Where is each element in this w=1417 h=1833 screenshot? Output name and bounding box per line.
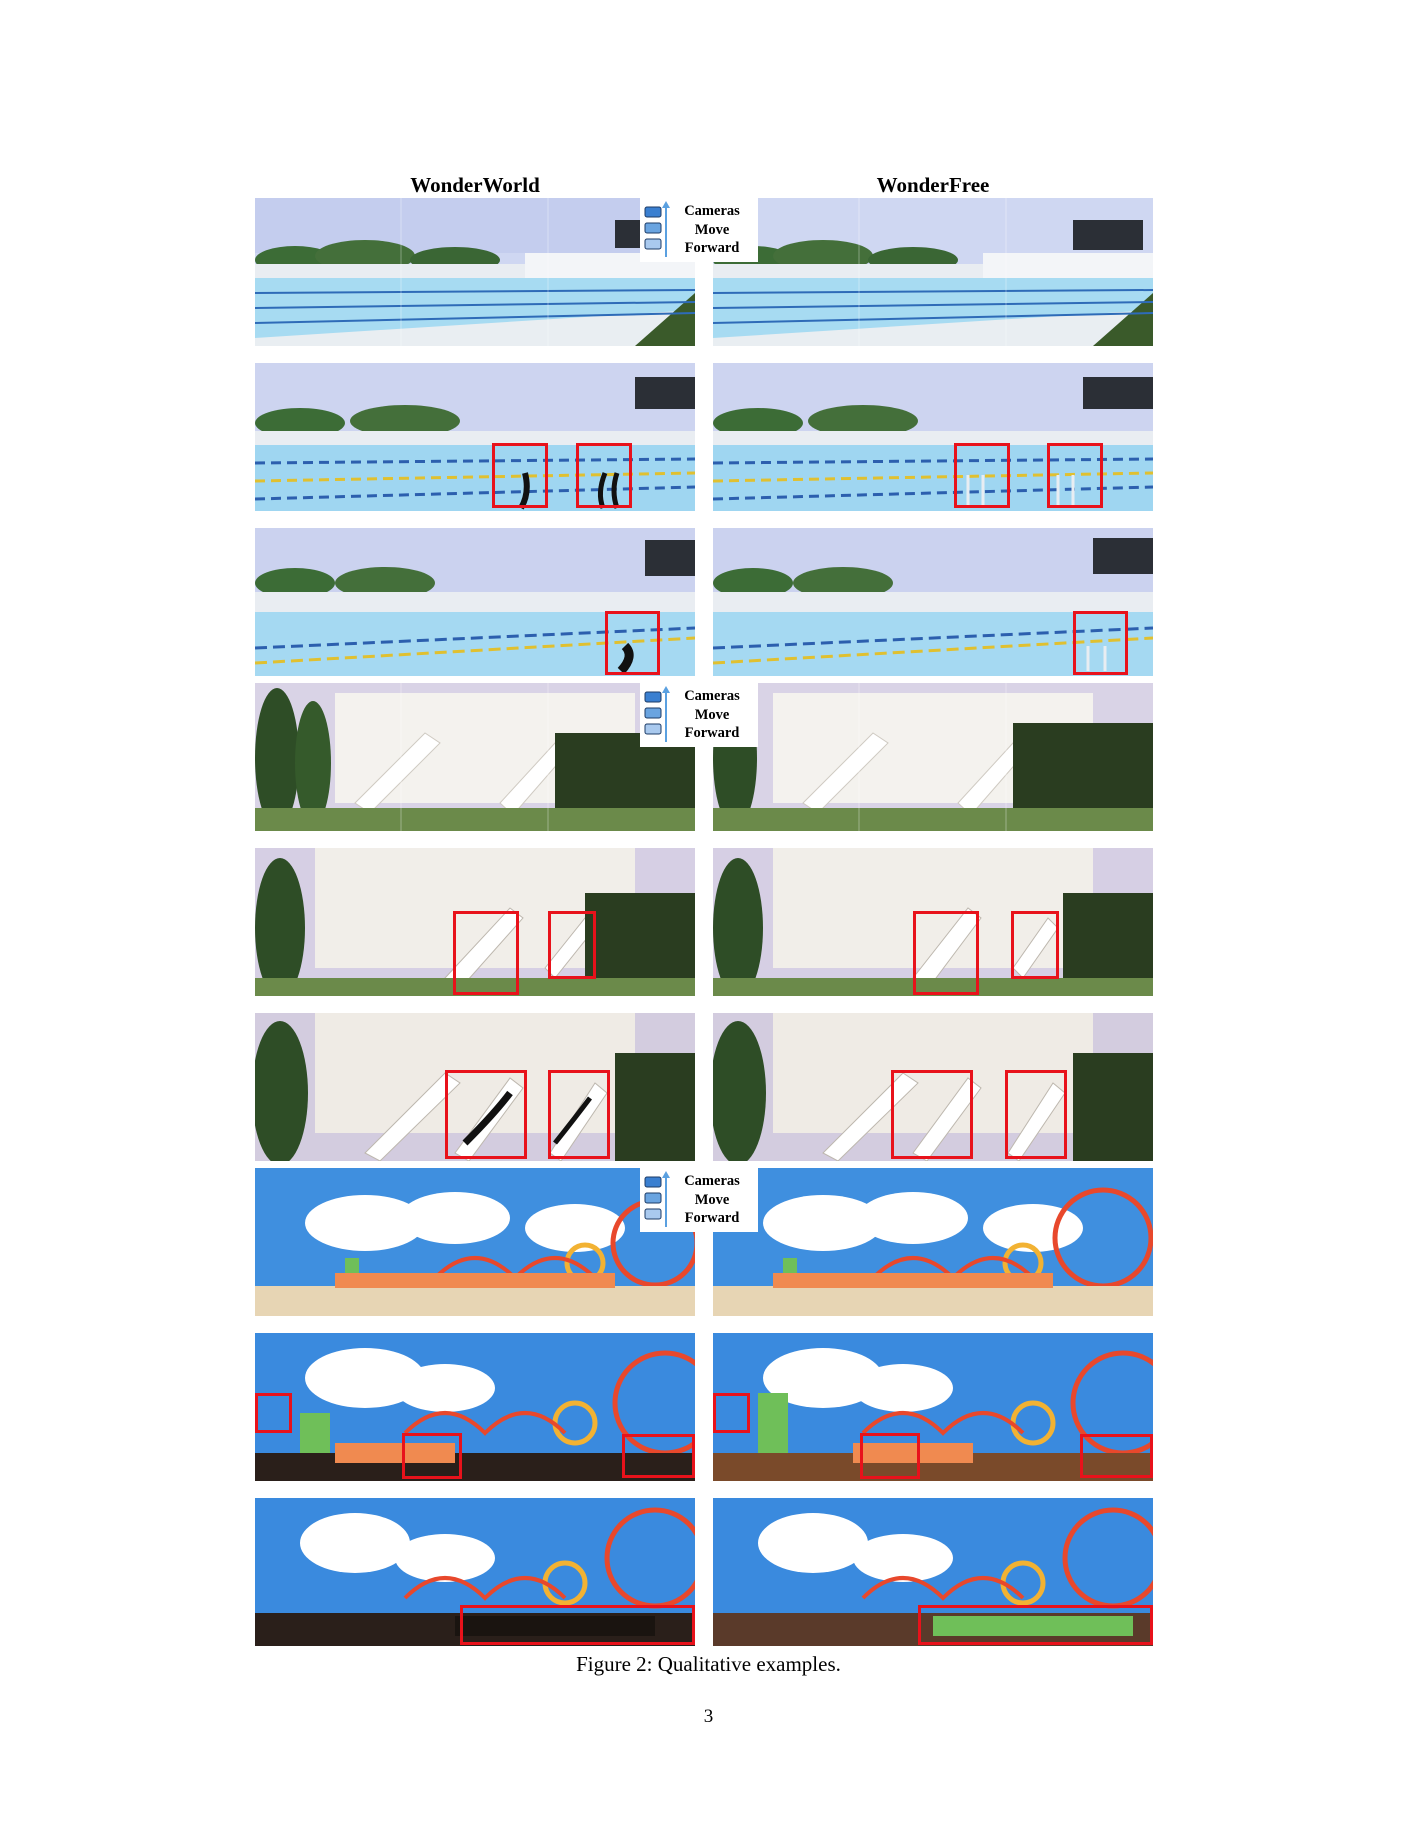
legend-cameras: Cameras	[684, 1173, 740, 1190]
panel-park-wonderfree-row2	[713, 1333, 1153, 1481]
panel-park-wonderworld-row3	[255, 1498, 695, 1646]
panel-house-wonderworld-row3	[255, 1013, 695, 1161]
panel-house-wonderworld-row1	[255, 683, 695, 831]
panel-pool-wonderfree-row1	[713, 198, 1153, 346]
camera-legend-park: Cameras Move Forward	[640, 1168, 758, 1232]
highlight-box	[1005, 1070, 1067, 1159]
highlight-box	[1011, 911, 1059, 979]
highlight-box	[954, 443, 1010, 508]
highlight-box	[402, 1433, 462, 1479]
legend-move: Move	[694, 221, 730, 238]
legend-cameras: Cameras	[684, 688, 740, 705]
panel-pool-wonderworld-row1	[255, 198, 695, 346]
camera-legend-house: Cameras Move Forward	[640, 683, 758, 747]
panel-house-wonderfree-row1	[713, 683, 1153, 831]
highlight-box	[891, 1070, 973, 1159]
highlight-box	[576, 443, 632, 508]
legend-move: Move	[694, 706, 730, 723]
figure-caption: Figure 2: Qualitative examples.	[576, 1652, 841, 1676]
highlight-box	[1047, 443, 1103, 508]
highlight-box	[605, 611, 660, 675]
panel-house-wonderworld-row2	[255, 848, 695, 996]
highlight-box	[713, 1393, 750, 1433]
camera-stack-arrow-up-icon	[644, 1171, 670, 1229]
camera-stack-arrow-up-icon	[644, 201, 670, 259]
panel-park-wonderworld-row2	[255, 1333, 695, 1481]
highlight-box	[548, 911, 596, 979]
camera-stack-arrow-up-icon	[644, 686, 670, 744]
panel-park-wonderfree-row1	[713, 1168, 1153, 1316]
legend-move: Move	[694, 1191, 730, 1208]
legend-forward: Forward	[684, 725, 740, 742]
highlight-box	[460, 1605, 695, 1645]
highlight-box	[860, 1433, 920, 1479]
highlight-box	[1073, 611, 1128, 675]
page-number: 3	[703, 1706, 714, 1727]
panel-pool-wonderworld-row2	[255, 363, 695, 511]
column-title-wonderworld: WonderWorld	[410, 173, 540, 197]
highlight-box	[492, 443, 548, 508]
legend-forward: Forward	[684, 1210, 740, 1227]
highlight-box	[255, 1393, 292, 1433]
column-title-wonderfree: WonderFree	[876, 173, 990, 197]
panel-park-wonderfree-row3	[713, 1498, 1153, 1646]
panel-pool-wonderfree-row2	[713, 363, 1153, 511]
highlight-box	[913, 911, 979, 995]
highlight-box	[453, 911, 519, 995]
panel-house-wonderfree-row2	[713, 848, 1153, 996]
panel-park-wonderworld-row1	[255, 1168, 695, 1316]
legend-forward: Forward	[684, 240, 740, 257]
highlight-box	[548, 1070, 610, 1159]
panel-pool-wonderworld-row3	[255, 528, 695, 676]
camera-legend-pool: Cameras Move Forward	[640, 198, 758, 262]
highlight-box	[445, 1070, 527, 1159]
panel-pool-wonderfree-row3	[713, 528, 1153, 676]
panel-house-wonderfree-row3	[713, 1013, 1153, 1161]
highlight-box	[1080, 1434, 1153, 1478]
highlight-box	[918, 1605, 1153, 1645]
highlight-box	[622, 1434, 695, 1478]
legend-cameras: Cameras	[684, 203, 740, 220]
